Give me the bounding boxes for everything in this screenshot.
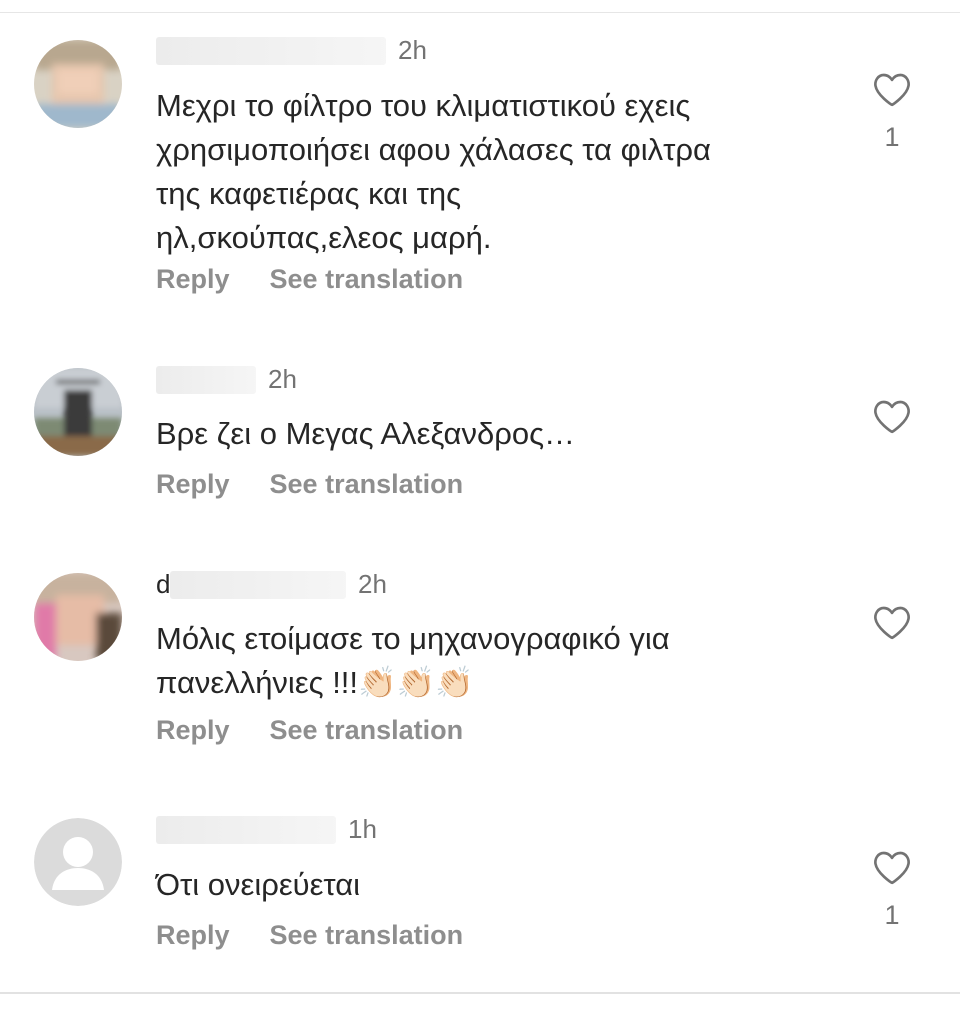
default-avatar-icon [34,818,122,906]
like-control: 1 [872,848,912,931]
heart-outline-icon[interactable] [872,848,912,886]
like-control: 1 [872,70,912,153]
see-translation-button[interactable]: See translation [270,469,464,500]
see-translation-button[interactable]: See translation [270,715,464,746]
comment-actions: Reply See translation [156,264,463,295]
username[interactable] [156,814,336,844]
reply-button[interactable]: Reply [156,264,230,295]
reply-button[interactable]: Reply [156,715,230,746]
heart-outline-icon[interactable] [872,70,912,108]
see-translation-button[interactable]: See translation [270,264,464,295]
comment-text: Μόλις ετοίμασε το μηχανογραφικό για πανε… [156,621,670,700]
comment-time: 2h [398,34,427,65]
comment-actions: Reply See translation [156,715,463,746]
comment-text: Ότι ονειρεύεται [156,867,361,902]
like-control [872,603,912,641]
like-count: 1 [884,122,900,152]
heart-outline-icon[interactable] [872,397,912,435]
like-count: 1 [884,900,900,930]
username-row: d 2h [156,567,387,601]
comment-time: 1h [348,813,377,844]
username[interactable]: d [156,569,346,599]
avatar[interactable] [34,818,122,906]
reply-button[interactable]: Reply [156,469,230,500]
username-row: 2h [156,33,427,67]
see-translation-button[interactable]: See translation [270,920,464,951]
comment-actions: Reply See translation [156,920,463,951]
bottom-divider [0,992,960,994]
username[interactable] [156,35,386,65]
username-visible-fragment: d [156,569,171,599]
like-control [872,397,912,435]
comment-text: Μεχρι το φίλτρο του κλιματιστικού εχεις … [156,88,711,255]
comment-text: Βρε ζει ο Μεγας Αλεξανδρος… [156,416,576,451]
comment-time: 2h [358,568,387,599]
heart-outline-icon[interactable] [872,603,912,641]
comment-actions: Reply See translation [156,469,463,500]
comment-time: 2h [268,363,297,394]
avatar[interactable] [34,573,122,661]
username[interactable] [156,364,256,394]
avatar[interactable] [34,40,122,128]
username-row: 2h [156,362,297,396]
avatar[interactable] [34,368,122,456]
username-row: 1h [156,812,377,846]
top-divider [0,12,960,13]
reply-button[interactable]: Reply [156,920,230,951]
